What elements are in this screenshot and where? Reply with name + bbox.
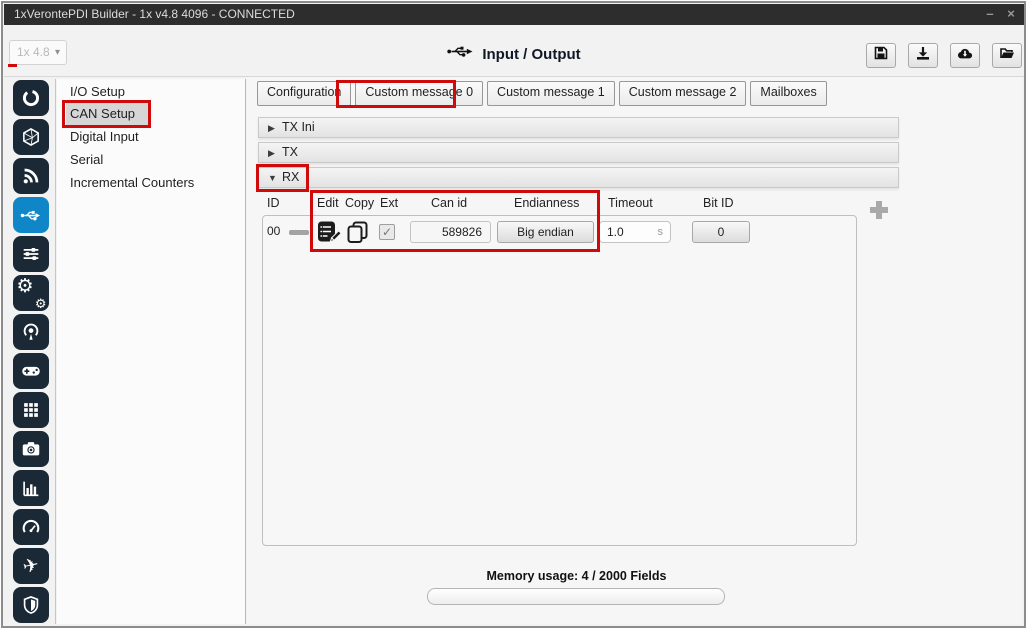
expanded-triangle-icon: ▼	[268, 169, 282, 188]
gears-icon: ⚙	[17, 277, 34, 296]
timeout-field[interactable]: 1.0 s	[599, 221, 671, 243]
section-label: TX Ini	[282, 120, 315, 134]
col-header-bit-id: Bit ID	[703, 195, 734, 211]
plus-icon	[866, 210, 892, 227]
sidebar-item-comms[interactable]	[13, 314, 49, 350]
nav-item-can-setup[interactable]: CAN Setup	[66, 103, 150, 125]
close-button[interactable]: ×	[1003, 4, 1019, 25]
tab-custom-message-2[interactable]: Custom message 2	[619, 81, 747, 106]
collapsed-triangle-icon: ▶	[268, 119, 282, 138]
col-header-can-id: Can id	[431, 195, 467, 211]
sidebar-item-input-output[interactable]	[13, 197, 49, 233]
endianness-button[interactable]: Big endian	[497, 221, 594, 243]
section-label: RX	[282, 170, 299, 184]
app-icon-rail: ⚙ ⚙	[6, 79, 56, 624]
minimize-button[interactable]: –	[982, 4, 998, 25]
tab-bar: Configuration Custom message 0 Custom me…	[257, 81, 827, 106]
cloud-download-button[interactable]	[950, 43, 980, 68]
edit-list-pencil-icon	[316, 232, 342, 249]
timeout-value: 1.0	[607, 225, 624, 239]
cloud-download-icon	[957, 45, 973, 66]
save-floppy-icon	[873, 45, 889, 66]
section-tx[interactable]: ▶TX	[258, 142, 899, 163]
sidebar-item-telemetry[interactable]	[13, 158, 49, 194]
hexagon-network-icon	[20, 126, 42, 148]
can-id-field[interactable]: 589826	[410, 221, 491, 243]
broadcast-icon	[20, 321, 42, 343]
sidebar-item-telemetry-chart[interactable]	[13, 470, 49, 506]
title-bar: 1xVerontePDI Builder - 1x v4.8 4096 - CO…	[4, 4, 1024, 25]
download-button[interactable]	[908, 43, 938, 68]
toolbar-buttons	[866, 43, 1022, 68]
version-dropdown[interactable]: 1x 4.8 ▾	[9, 40, 67, 65]
tab-configuration[interactable]: Configuration	[257, 81, 351, 106]
rx-rows-container	[262, 215, 857, 546]
edit-button[interactable]	[316, 219, 342, 250]
nav-item-serial[interactable]: Serial	[66, 149, 111, 171]
section-tx-ini[interactable]: ▶TX Ini	[258, 117, 899, 138]
timeout-unit: s	[658, 222, 664, 242]
add-row-button[interactable]	[866, 197, 892, 223]
sidebar-item-safety[interactable]	[13, 587, 49, 623]
sidebar-item-stick[interactable]	[13, 353, 49, 389]
col-header-ext: Ext	[380, 195, 398, 211]
version-value: 1x 4.8	[17, 45, 50, 59]
memory-usage-label: Memory usage: 4 / 2000 Fields	[254, 569, 899, 583]
gamepad-icon	[20, 360, 42, 382]
col-header-endianness: Endianness	[514, 195, 579, 211]
drag-handle[interactable]	[289, 230, 309, 235]
open-folder-icon	[999, 45, 1015, 66]
tab-mailboxes[interactable]: Mailboxes	[750, 81, 826, 106]
grid-icon	[20, 399, 42, 421]
usb-io-icon	[19, 204, 42, 227]
annotation-fragment	[8, 64, 17, 67]
sidebar-item-hud[interactable]	[13, 509, 49, 545]
power-ring-icon	[20, 87, 42, 109]
nav-item-io-setup[interactable]: I/O Setup	[66, 81, 133, 103]
sliders-icon	[20, 243, 42, 265]
col-header-timeout: Timeout	[608, 195, 653, 211]
chevron-down-icon: ▾	[55, 41, 60, 64]
gauge-icon	[20, 516, 42, 538]
sidebar-item-platform[interactable]	[13, 119, 49, 155]
window-title: 1xVerontePDI Builder - 1x v4.8 4096 - CO…	[14, 7, 295, 21]
save-button[interactable]	[866, 43, 896, 68]
bar-chart-icon	[20, 477, 42, 499]
open-file-button[interactable]	[992, 43, 1022, 68]
ext-checkbox[interactable]: ✓	[379, 224, 395, 240]
rss-telemetry-icon	[20, 165, 42, 187]
tab-custom-message-1[interactable]: Custom message 1	[487, 81, 615, 106]
airplane-icon: ✈	[20, 553, 40, 579]
col-header-copy: Copy	[345, 195, 374, 211]
download-icon	[915, 45, 931, 66]
shield-icon	[20, 594, 42, 616]
collapsed-triangle-icon: ▶	[268, 144, 282, 163]
section-label: TX	[282, 145, 298, 159]
col-header-edit: Edit	[317, 195, 339, 211]
copy-button[interactable]	[345, 220, 371, 250]
gear-small-icon: ⚙	[35, 297, 47, 310]
sidebar-item-automations[interactable]: ⚙ ⚙	[13, 275, 49, 311]
sidebar-item-power-ring[interactable]	[13, 80, 49, 116]
nav-item-digital-input[interactable]: Digital Input	[66, 126, 147, 148]
col-header-id: ID	[267, 195, 280, 211]
tab-custom-message-0[interactable]: Custom message 0	[355, 81, 483, 106]
sidebar-item-camera[interactable]	[13, 431, 49, 467]
row-id: 00	[267, 224, 280, 238]
camera-icon	[20, 438, 42, 460]
nav-item-incremental-counters[interactable]: Incremental Counters	[66, 172, 202, 194]
memory-usage-progressbar	[427, 588, 725, 605]
sidebar-item-control[interactable]	[13, 236, 49, 272]
sidebar-item-tables[interactable]	[13, 392, 49, 428]
sidebar-item-flight[interactable]: ✈	[13, 548, 49, 584]
copy-pages-icon	[345, 232, 371, 249]
section-rx[interactable]: ▼RX	[258, 167, 899, 188]
bit-id-button[interactable]: 0	[692, 221, 750, 243]
